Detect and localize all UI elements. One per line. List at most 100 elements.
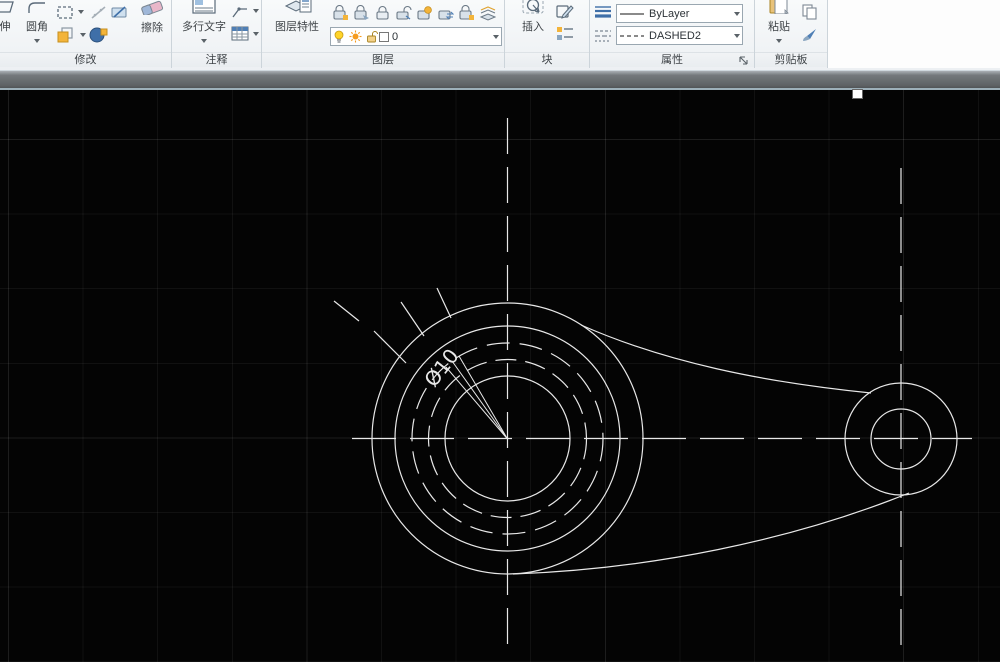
lineweight-combo[interactable]: ByLayer [616,4,743,23]
ribbon-panel-modify: 伸 圆角 [0,0,172,68]
copy-objects-button[interactable] [56,26,76,48]
linetype-combo-chevron[interactable] [734,34,740,38]
divide-icon [110,4,130,20]
radial-construction-line[interactable] [401,302,424,336]
fillet-button[interactable]: 圆角 [18,0,56,46]
layer-combo-chevron[interactable] [493,35,499,39]
linetype-list-button[interactable] [593,28,613,50]
stretch-icon [0,0,15,14]
lineweight-combo-chevron[interactable] [734,12,740,16]
linetype-value: DASHED2 [645,30,734,42]
copy-clip-icon [801,3,819,20]
fillet-dropdown-chevron[interactable] [34,39,40,43]
lineweight-sample [619,11,645,17]
panel-label-properties[interactable]: 属性 [590,52,754,67]
ribbon-panel-layers: 图层特性 0 图层 [262,0,505,68]
mtext-button[interactable]: 多行文字 [178,0,230,46]
stretch-button[interactable]: 伸 [0,0,18,34]
layer-properties-button[interactable]: 图层特性 [270,0,324,34]
layer-properties-icon [282,0,312,14]
mtext-icon [191,0,217,14]
layer-unlock-icon[interactable] [395,5,412,21]
viewport-grip-marker[interactable] [852,89,863,99]
layer-on-bulb-icon[interactable] [333,30,345,43]
layer-unlocked-icon[interactable] [366,30,378,43]
rectangle-array-icon [56,5,76,20]
panel-label-annotate[interactable]: 注释 [172,52,261,67]
insert-label: 插入 [515,18,551,34]
ribbon-panel-block: 插入 块 [505,0,590,68]
block-attributes-icon [555,25,575,42]
erase-icon [139,0,165,15]
block-edit-icon [555,3,575,19]
leader-button[interactable] [230,3,250,24]
ribbon-panel-properties: ByLayer DASHED2 属性 [590,0,755,68]
layer-combo-value: 0 [392,31,493,43]
layer-merge-icon[interactable] [479,5,496,21]
mtext-label: 多行文字 [178,18,230,34]
panel-label-layers[interactable]: 图层 [262,52,504,67]
paste-button[interactable]: 粘贴 [761,0,797,46]
erase-label: 擦除 [134,19,170,35]
radial-construction-line[interactable] [437,288,451,318]
stretch-label: 伸 [0,18,18,34]
copy-dropdown-chevron[interactable] [80,33,86,37]
file-tab-strip[interactable] [0,70,1000,90]
insert-icon [521,0,545,14]
panel-label-modify[interactable]: 修改 [0,52,171,67]
tangent-arc[interactable] [581,325,871,393]
group-button[interactable] [88,26,110,48]
app-window: 伸 圆角 [0,0,1000,662]
block-edit-button[interactable] [555,3,575,24]
properties-dialog-launcher[interactable] [738,54,750,66]
leader-arrow-line[interactable] [452,361,508,439]
layer-properties-label: 图层特性 [270,18,324,34]
match-properties-button[interactable] [801,27,819,48]
paste-label: 粘贴 [761,18,797,34]
lineweight-list-icon [593,4,613,21]
layer-select-combo[interactable]: 0 [330,27,502,46]
tangent-arc[interactable] [513,493,909,574]
array-dropdown-chevron[interactable] [78,10,84,14]
divide-button[interactable] [110,4,130,25]
layer-off-icon[interactable] [332,5,349,21]
paste-icon [767,0,791,14]
leader-arrow-line[interactable] [446,367,508,439]
rectangle-array-button[interactable] [56,5,76,25]
measure-button[interactable] [90,5,108,25]
layer-tools-row [332,5,500,21]
measure-icon [90,5,108,20]
lineweight-value: ByLayer [645,8,734,20]
layer-thaw-sun-icon[interactable] [349,30,362,43]
layer-previous-icon[interactable] [458,5,475,21]
radial-construction-line[interactable] [334,301,359,321]
mtext-dropdown-chevron[interactable] [201,39,207,43]
panel-label-block[interactable]: 块 [505,52,589,67]
lineweight-list-button[interactable] [593,4,613,26]
table-dropdown-chevron[interactable] [253,32,259,36]
erase-button[interactable]: 擦除 [134,0,170,35]
layer-match-icon[interactable] [437,5,454,21]
layer-isolate-icon[interactable] [353,5,370,21]
ribbon-blank-area [828,0,1000,68]
panel-label-clipboard[interactable]: 剪贴板 [755,52,827,67]
leader-dropdown-chevron[interactable] [253,9,259,13]
copy-clip-button[interactable] [801,3,819,25]
leader-arrow-line[interactable] [459,356,508,439]
linetype-sample [619,33,645,39]
ribbon-panel-annotate: 多行文字 注释 [172,0,262,68]
block-attributes-button[interactable] [555,25,575,47]
linetype-combo[interactable]: DASHED2 [616,26,743,45]
fillet-icon [26,0,48,14]
layer-lock-icon[interactable] [374,5,391,21]
insert-button[interactable]: 插入 [515,0,551,34]
paste-dropdown-chevron[interactable] [776,39,782,43]
radial-construction-line[interactable] [374,331,406,363]
fillet-label: 圆角 [18,18,56,34]
drawing-svg[interactable]: Ø10 [0,90,1000,662]
group-icon [88,26,110,43]
table-icon [230,25,250,42]
layer-freeze-icon[interactable] [416,5,433,21]
table-button[interactable] [230,25,250,47]
layer-color-swatch[interactable] [379,32,389,42]
